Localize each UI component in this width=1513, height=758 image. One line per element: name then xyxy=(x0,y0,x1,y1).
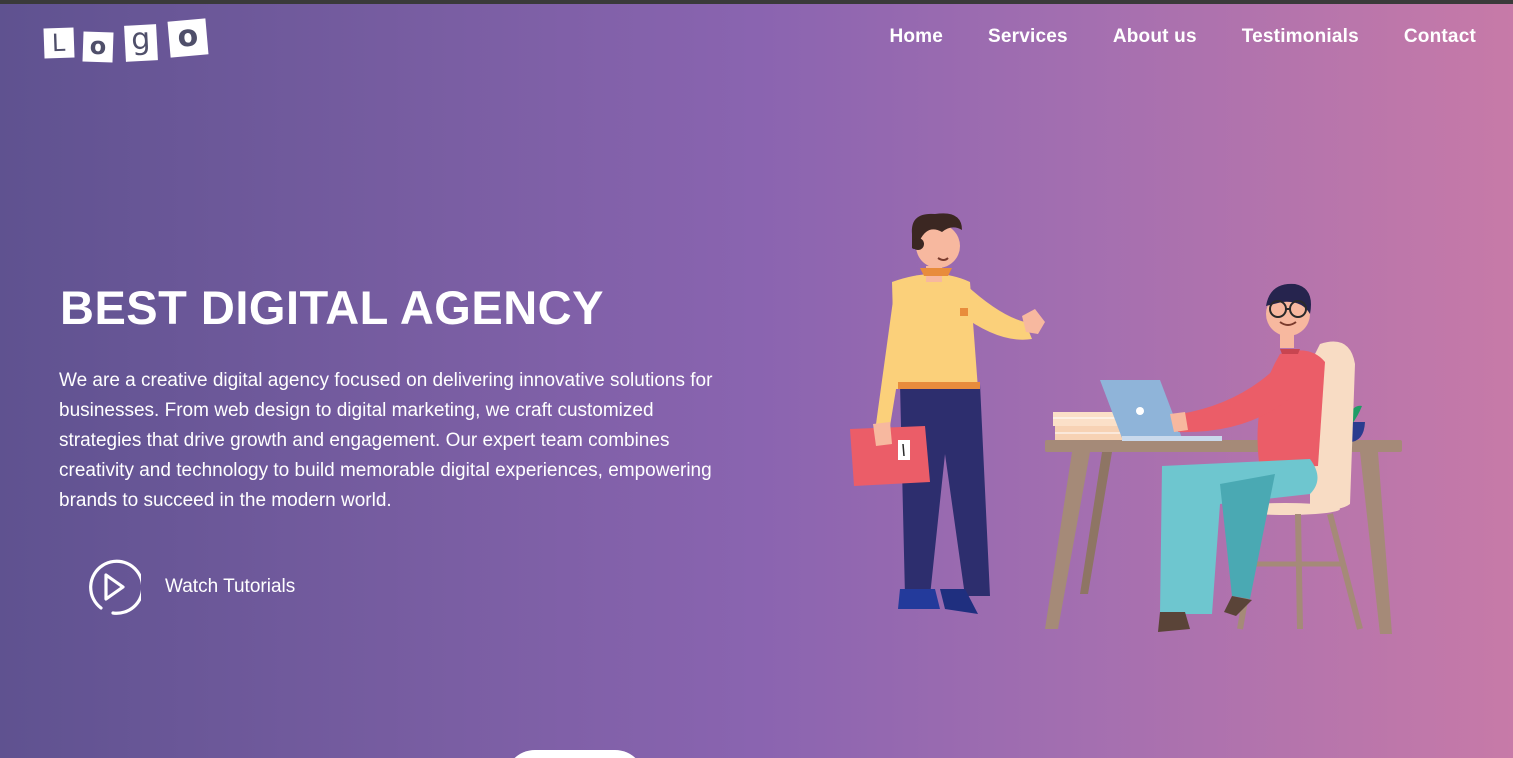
office-team-illustration xyxy=(850,213,1402,634)
hero-description: We are a creative digital agency focused… xyxy=(59,370,713,511)
next-section-curve xyxy=(505,750,645,758)
nav-home[interactable]: Home xyxy=(889,24,943,50)
watch-tutorials-button[interactable]: Watch Tutorials xyxy=(83,558,295,616)
hero-section: L o g o Home Services About us Testimoni… xyxy=(0,4,1513,758)
nav-services[interactable]: Services xyxy=(988,24,1068,50)
nav-testimonials[interactable]: Testimonials xyxy=(1242,24,1359,50)
watch-tutorials-label: Watch Tutorials xyxy=(165,576,296,597)
nav-contact[interactable]: Contact xyxy=(1404,24,1476,50)
logo[interactable]: L o g o xyxy=(43,16,214,63)
logo-letter-o1: o xyxy=(82,31,114,63)
logo-letter-l: L xyxy=(43,27,75,59)
logo-letter-g: g xyxy=(124,22,158,62)
main-nav: Home Services About us Testimonials Cont… xyxy=(844,24,1476,50)
page: L o g o Home Services About us Testimoni… xyxy=(0,0,1513,758)
logo-letter-o2: o xyxy=(167,18,209,58)
nav-about-us[interactable]: About us xyxy=(1113,24,1197,50)
play-circle-icon xyxy=(89,559,141,615)
hero-title: BEST DIGITAL AGENCY xyxy=(60,281,604,334)
standing-man xyxy=(850,213,1045,614)
